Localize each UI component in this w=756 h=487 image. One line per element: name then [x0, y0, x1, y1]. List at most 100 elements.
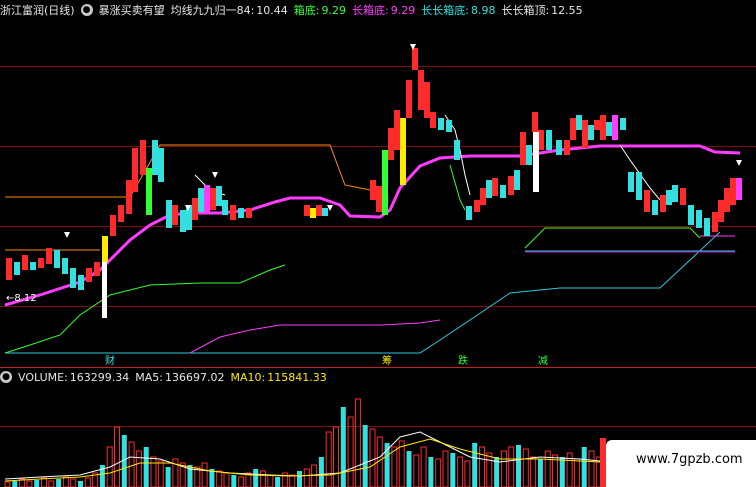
volume-bar	[267, 474, 274, 487]
volume-bar	[559, 457, 565, 487]
volume-bar	[369, 428, 376, 487]
orange-box-line	[5, 144, 386, 198]
candlestick	[216, 186, 222, 206]
volume-bar	[231, 475, 237, 487]
volume-label: VOLUME:	[18, 370, 68, 384]
candlestick	[316, 205, 322, 216]
volume-bar	[325, 431, 332, 487]
candlestick	[620, 118, 626, 130]
candlestick	[230, 205, 236, 220]
candlestick	[412, 48, 418, 70]
volume-settings-icon[interactable]: ●	[0, 371, 12, 383]
volume-bar	[442, 450, 449, 487]
volume-bar	[34, 480, 40, 487]
candlestick	[22, 255, 28, 270]
candlestick	[376, 186, 382, 212]
volume-bar	[253, 469, 259, 487]
candlestick	[500, 185, 506, 198]
candlestick	[718, 200, 724, 222]
volume-bar	[588, 450, 595, 487]
candlestick	[46, 248, 52, 264]
candlestick	[210, 188, 216, 210]
ma10-value: 115841.33	[267, 370, 327, 384]
candlestick	[54, 250, 60, 268]
volume-bar	[48, 480, 55, 487]
candlestick	[310, 208, 316, 218]
volume-bar	[318, 457, 324, 487]
volume-bar	[84, 477, 91, 487]
watermark-panel: www.7gpzb.com	[606, 440, 756, 487]
volume-ma10	[4, 438, 601, 482]
candlestick	[180, 210, 186, 232]
candlestick	[666, 190, 672, 205]
volume-bar	[500, 450, 507, 487]
candlestick	[492, 178, 498, 196]
volume-bar	[150, 456, 157, 487]
volume-bar	[157, 460, 164, 487]
volume-value: 163299.34	[69, 370, 130, 384]
volume-bar	[347, 416, 354, 487]
candlestick	[696, 210, 702, 228]
volume-ma5	[4, 431, 601, 480]
candlestick	[166, 200, 172, 228]
volume-bar	[165, 467, 171, 487]
volume-bar	[435, 458, 442, 487]
candlestick	[532, 112, 538, 132]
candlestick	[576, 115, 582, 130]
candlestick	[454, 140, 460, 160]
candlestick	[582, 120, 588, 148]
candlestick	[246, 208, 252, 218]
candlestick	[388, 128, 394, 160]
left-price-marker: ←8.12	[6, 293, 37, 304]
candlestick	[652, 200, 658, 215]
ma5-label: MA5:	[135, 370, 164, 384]
candlestick	[94, 262, 100, 276]
signal-cai: 财	[105, 356, 115, 367]
candlestick	[14, 262, 20, 275]
sell-marker	[212, 172, 218, 178]
candlestick	[556, 140, 562, 155]
candlestick	[38, 258, 44, 268]
volume-bar	[581, 447, 587, 487]
volume-bar	[135, 450, 142, 487]
candlestick	[438, 118, 444, 130]
candlestick	[600, 115, 606, 140]
candlestick	[6, 258, 12, 280]
candlestick	[508, 176, 514, 195]
candlestick	[526, 145, 532, 165]
price-chart[interactable]	[0, 0, 756, 367]
candlestick	[192, 198, 198, 220]
signal-jian: 减	[538, 356, 548, 367]
volume-bar	[354, 398, 361, 487]
longlong-box-line	[5, 231, 721, 354]
sell-marker	[736, 160, 742, 166]
volume-bar	[26, 480, 33, 487]
candlestick	[102, 236, 108, 262]
volume-bar	[391, 446, 398, 487]
candlestick-series	[6, 48, 742, 318]
candlestick	[424, 82, 430, 118]
candlestick	[446, 120, 452, 132]
candlestick	[680, 188, 686, 205]
candlestick	[400, 118, 406, 185]
volume-bar	[398, 440, 405, 487]
candlestick	[672, 185, 678, 202]
candlestick	[628, 172, 634, 192]
volume-bar	[311, 464, 318, 487]
candlestick	[222, 200, 228, 215]
volume-bar	[56, 479, 62, 487]
candlestick	[514, 170, 520, 190]
volume-bar	[413, 454, 420, 487]
candlestick	[588, 125, 594, 140]
candlestick	[158, 148, 164, 182]
candlestick	[520, 132, 526, 165]
volume-bar	[260, 470, 266, 487]
volume-bar	[289, 474, 296, 487]
volume-bar	[522, 448, 529, 487]
candlestick	[430, 112, 436, 128]
ma10-label: MA10:	[230, 370, 266, 384]
volume-bar	[223, 472, 230, 487]
candlestick	[238, 208, 244, 218]
candlestick	[86, 268, 92, 282]
long-box-line	[4, 264, 286, 354]
